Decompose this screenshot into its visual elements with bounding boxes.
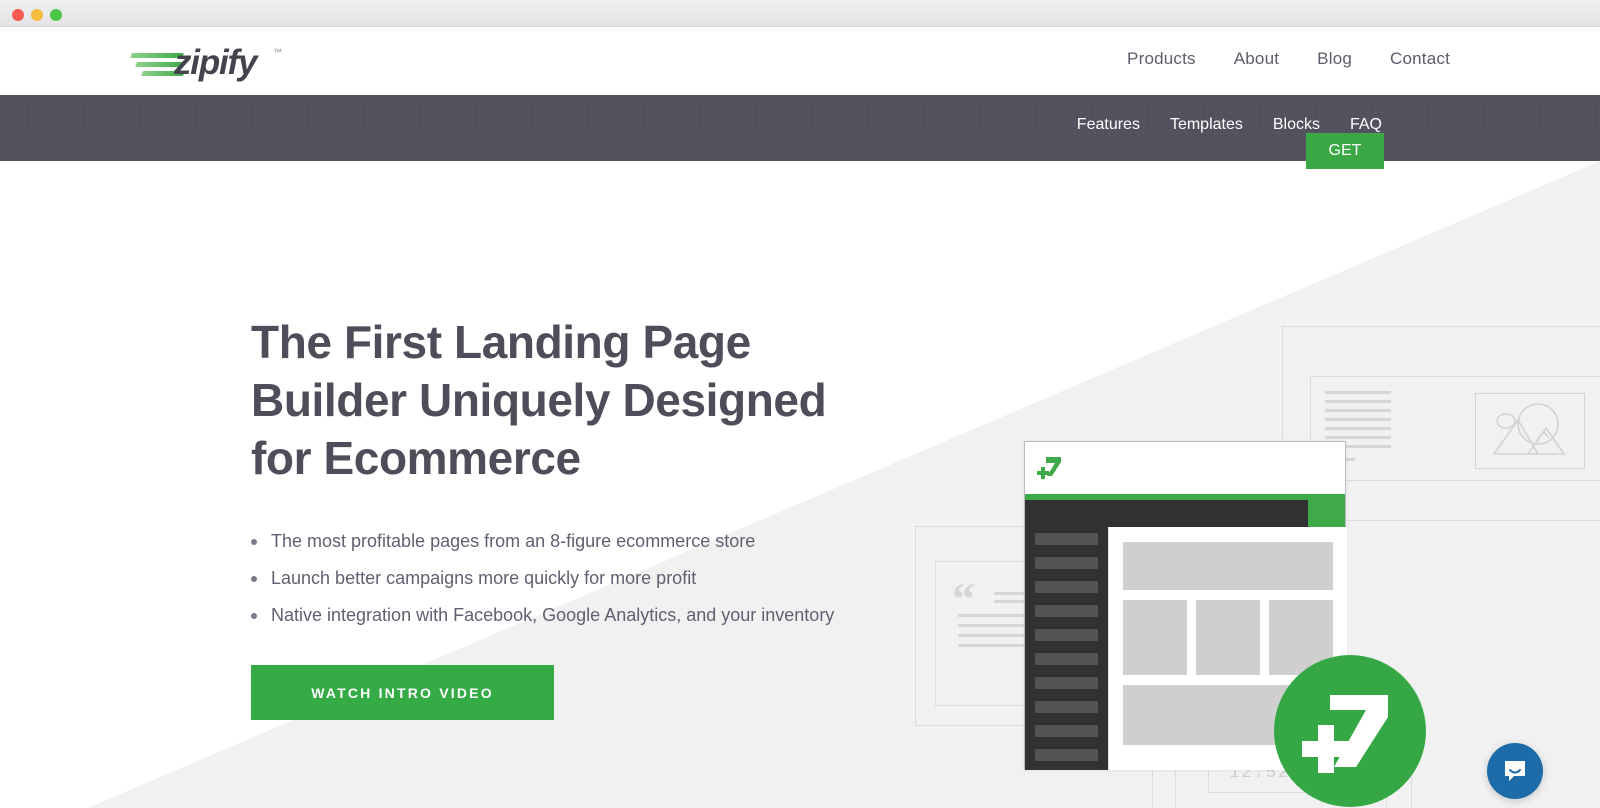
nav-item-contact[interactable]: Contact [1390,49,1450,69]
wireframe-text-line [1325,436,1391,439]
list-item: The most profitable pages from an 8-figu… [251,523,891,560]
subnav-item-templates[interactable]: Templates [1170,116,1243,134]
chat-widget-button[interactable] [1487,743,1543,799]
maximize-window-button[interactable] [50,9,62,21]
chat-bubble-icon [1505,761,1525,781]
secondary-navigation: Features Templates Blocks FAQ [1077,116,1382,134]
list-item: Native integration with Facebook, Google… [251,597,891,634]
wireframe-text-line [1325,427,1391,430]
wireframe-text-line [1325,400,1391,403]
mountain-image-glyph [1492,403,1566,455]
zipify-pages-icon [1037,456,1065,482]
quote-mark-icon: “ [952,573,975,624]
browser-window: zipify ™ Products About Blog Contact Fea… [0,0,1600,808]
mockup-topbar [1025,442,1345,494]
wireframe-text-line [1325,418,1391,421]
primary-navigation: Products About Blog Contact [1127,49,1450,69]
watch-intro-video-button[interactable]: WATCH INTRO VIDEO [251,665,554,720]
zipify-logo[interactable]: zipify ™ [126,41,286,83]
minimize-window-button[interactable] [31,9,43,21]
mockup-content-block [1123,600,1187,675]
mockup-content-block [1196,600,1260,675]
mockup-sidebar-item [1035,725,1098,737]
hero-section: The First Landing Page Builder Uniquely … [0,161,1600,808]
logo-trademark: ™ [273,47,282,57]
page-viewport: zipify ™ Products About Blog Contact Fea… [0,27,1600,808]
wireframe-text-line [1325,409,1391,412]
mockup-sidebar-item [1035,677,1098,689]
get-button[interactable]: GET [1306,133,1384,169]
zipify-pages-icon [1302,695,1388,773]
mockup-content-block [1123,542,1333,590]
nav-item-blog[interactable]: Blog [1317,49,1352,69]
zipify-pages-badge [1274,655,1426,807]
zipify-pages-glyph [1037,457,1061,479]
browser-chrome-bar [0,0,1600,27]
close-window-button[interactable] [12,9,24,21]
wireframe-text-line [1325,391,1391,394]
mockup-sidebar-item [1035,749,1098,761]
mockup-sidebar-item [1035,581,1098,593]
subnav-item-features[interactable]: Features [1077,116,1140,134]
subnav-item-blocks[interactable]: Blocks [1273,116,1320,134]
list-item: Launch better campaigns more quickly for… [251,560,891,597]
mountain-image-icon [1475,393,1585,469]
subnav-item-faq[interactable]: FAQ [1350,116,1382,134]
hero-copy: The First Landing Page Builder Uniquely … [251,313,891,720]
mockup-sidebar-item [1035,533,1098,545]
logo-wordmark: zipify [174,43,257,82]
mockup-toolbar-accent [1308,500,1345,527]
mockup-sidebar-item [1035,557,1098,569]
hero-illustration: “ 12:52:23 [890,241,1600,808]
mockup-sidebar-item [1035,653,1098,665]
nav-item-about[interactable]: About [1234,49,1279,69]
feature-bullet-list: The most profitable pages from an 8-figu… [251,523,891,634]
site-header: zipify ™ Products About Blog Contact [0,27,1600,95]
nav-item-products[interactable]: Products [1127,49,1196,69]
mockup-sidebar-item [1035,605,1098,617]
mockup-sidebar [1025,500,1108,770]
mockup-sidebar-item [1035,701,1098,713]
page-title: The First Landing Page Builder Uniquely … [251,316,827,484]
mockup-sidebar-item [1035,629,1098,641]
